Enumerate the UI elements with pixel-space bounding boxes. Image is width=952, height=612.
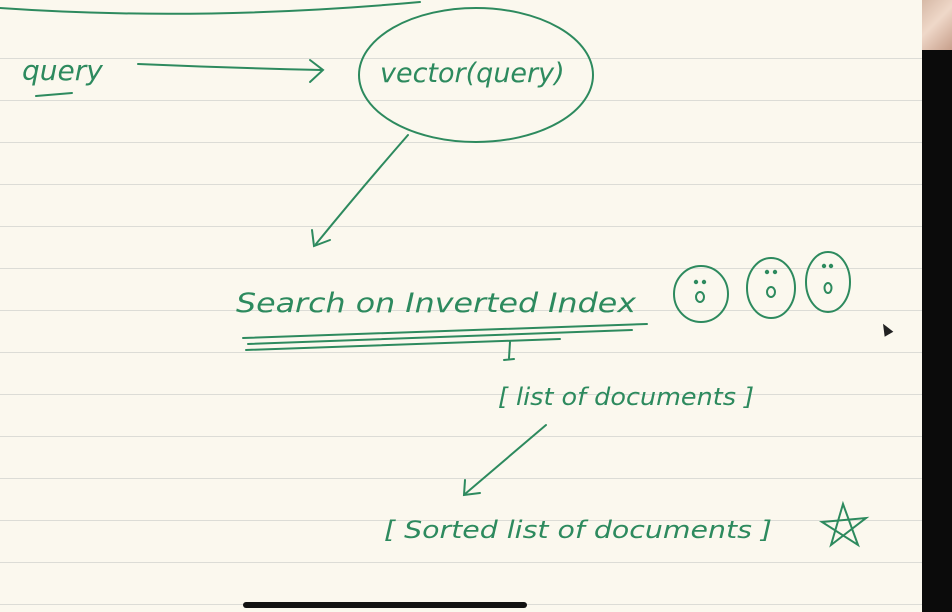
arrow-head xyxy=(309,59,325,83)
top-curve-stroke xyxy=(0,1,421,15)
search-label: Search on Inverted Index xyxy=(236,288,637,319)
video-thumbnail xyxy=(922,0,952,50)
sorted-documents-label: [ Sorted list of documents ] xyxy=(384,516,772,544)
window-side-panel xyxy=(922,0,952,612)
star-icon xyxy=(818,500,870,548)
search-underline xyxy=(245,338,561,351)
face-icon xyxy=(805,251,851,313)
list-documents-label: [ list of documents ] xyxy=(498,383,754,411)
query-underline xyxy=(35,92,73,97)
connector-tick xyxy=(503,341,515,361)
arrow-vector-to-search xyxy=(315,134,409,245)
vector-query-label: vector(query) xyxy=(380,58,565,89)
arrow-list-to-sorted xyxy=(464,424,547,495)
query-label: query xyxy=(22,54,103,87)
handwritten-diagram: query vector(query) Search on Inverted I… xyxy=(0,1,870,548)
face-icon xyxy=(673,265,729,323)
home-indicator-bar[interactable] xyxy=(243,602,527,608)
face-icon xyxy=(746,257,796,319)
arrow-query-to-vector xyxy=(137,63,323,71)
